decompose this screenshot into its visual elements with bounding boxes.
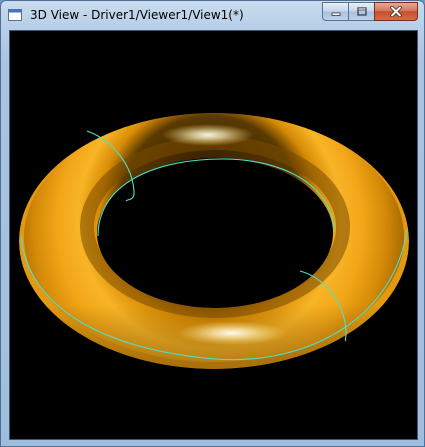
close-button[interactable]	[374, 2, 418, 21]
torus-body	[19, 112, 409, 369]
application-window: 3D View - Driver1/Viewer1/View1(*)	[0, 0, 425, 447]
window-title: 3D View - Driver1/Viewer1/View1(*)	[30, 8, 244, 22]
close-icon	[390, 6, 402, 17]
minimize-icon	[331, 12, 340, 16]
maximize-button[interactable]	[348, 2, 374, 21]
caption-buttons	[322, 2, 418, 21]
minimize-button[interactable]	[322, 2, 348, 21]
3d-viewport[interactable]	[9, 30, 418, 440]
title-bar[interactable]: 3D View - Driver1/Viewer1/View1(*)	[1, 1, 424, 30]
torus-render	[10, 31, 417, 439]
3d-view-icon	[8, 9, 22, 21]
maximize-icon	[356, 7, 367, 16]
